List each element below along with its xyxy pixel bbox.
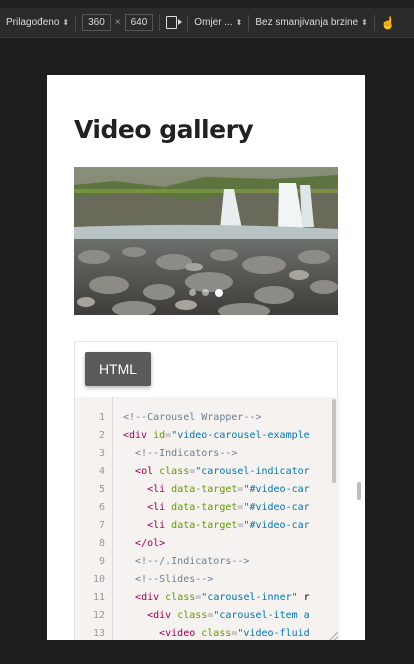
chevron-updown-icon: ⬍ (62, 18, 70, 27)
code-block[interactable]: 1 <!--Carousel Wrapper--> 2 <div id="video-… (75, 397, 339, 640)
code-text: <!--Carousel Wrapper--> (123, 412, 262, 423)
carousel-indicator-3[interactable] (215, 289, 223, 297)
code-line: 9 <!--/.Indicators--> (75, 553, 339, 571)
line-number: 6 (98, 502, 105, 513)
code-scrollbar[interactable] (332, 399, 336, 483)
carousel-indicator-2[interactable] (202, 289, 209, 296)
rotate-button[interactable] (166, 16, 183, 29)
line-number: 5 (98, 484, 105, 495)
toolbar-divider (75, 14, 77, 31)
html-tab-button[interactable]: HTML (85, 352, 151, 386)
code-text: <ol class="carousel-indicator (135, 466, 310, 477)
touch-hand-icon[interactable]: ☝ (381, 16, 396, 30)
page-scrollbar[interactable] (357, 482, 361, 500)
line-number: 10 (92, 574, 105, 585)
code-line: 2 <div id="video-carousel-example (75, 427, 339, 445)
line-number: 13 (92, 628, 105, 639)
emulated-viewport: Video gallery HTML 1 <!--Carousel Wrappe… (0, 38, 414, 664)
code-text: <!--/.Indicators--> (123, 556, 250, 567)
throttle-select[interactable]: Bez smanjivanja brzine ⬍ (255, 17, 368, 28)
code-text: <!--Indicators--> (123, 448, 238, 459)
page-title: Video gallery (74, 115, 254, 144)
devtools-top-strip (0, 0, 414, 8)
height-input[interactable]: 640 (124, 14, 154, 31)
dimension-separator: × (114, 17, 121, 28)
code-line: 7 <li data-target="#video-car (75, 517, 339, 535)
code-text: <li data-target="#video-car (147, 484, 310, 495)
code-text: <div class="carousel-item a (147, 610, 310, 621)
width-input[interactable]: 360 (82, 14, 111, 31)
chevron-updown-icon: ⬍ (361, 18, 368, 27)
carousel-indicators (74, 289, 338, 297)
line-number: 7 (98, 520, 105, 531)
code-line: 8 </ol> (75, 535, 339, 553)
code-text: </ol> (135, 538, 166, 549)
device-select[interactable]: Prilagođeno ⬍ (6, 17, 69, 28)
toolbar-divider (187, 14, 189, 31)
code-line: 5 <li data-target="#video-car (75, 481, 339, 499)
toolbar-divider (373, 14, 375, 31)
code-line: 12 <div class="carousel-item a (75, 607, 339, 625)
toolbar-divider (159, 14, 161, 31)
code-text: <li data-target="#video-car (147, 502, 310, 513)
resize-grip-icon[interactable] (329, 632, 338, 640)
toolbar-divider (248, 14, 250, 31)
carousel-indicator-1[interactable] (189, 289, 196, 296)
code-line: 13 <video class="video-fluid (75, 625, 339, 640)
line-number: 2 (98, 430, 105, 441)
code-text: <video class="video-fluid (159, 628, 310, 639)
video-carousel[interactable] (74, 167, 338, 315)
code-text: <li data-target="#video-car (147, 520, 310, 531)
code-line: 11 <div class="carousel-inner" r (75, 589, 339, 607)
code-snippet-card: HTML 1 <!--Carousel Wrapper--> 2 <div id="v… (74, 341, 339, 640)
device-screen: Video gallery HTML 1 <!--Carousel Wrappe… (47, 75, 365, 640)
ratio-select[interactable]: Omjer ... ⬍ (194, 17, 242, 28)
line-number: 11 (92, 592, 105, 603)
code-text: <div class="carousel-inner" r (135, 592, 310, 603)
code-line: 10 <!--Slides--> (75, 571, 339, 589)
code-line: 4 <ol class="carousel-indicator (75, 463, 339, 481)
chevron-updown-icon: ⬍ (235, 18, 243, 27)
device-toolbar: Prilagođeno ⬍ 360 × 640 Omjer ... ⬍ Bez … (0, 8, 414, 38)
line-number: 12 (92, 610, 105, 621)
code-line: 6 <li data-target="#video-car (75, 499, 339, 517)
line-number: 9 (98, 556, 105, 567)
line-number: 4 (98, 466, 105, 477)
line-number: 8 (98, 538, 105, 549)
line-number: 1 (98, 412, 105, 423)
line-number: 3 (98, 448, 105, 459)
code-text: <div id="video-carousel-example (123, 430, 310, 441)
throttle-select-label: Bez smanjivanja brzine (255, 17, 359, 28)
device-select-label: Prilagođeno (6, 17, 60, 28)
code-line: 1 <!--Carousel Wrapper--> (75, 409, 339, 427)
code-text: <!--Slides--> (123, 574, 214, 585)
code-line: 3 <!--Indicators--> (75, 445, 339, 463)
rotate-icon (166, 16, 183, 29)
ratio-select-label: Omjer ... (194, 17, 233, 28)
